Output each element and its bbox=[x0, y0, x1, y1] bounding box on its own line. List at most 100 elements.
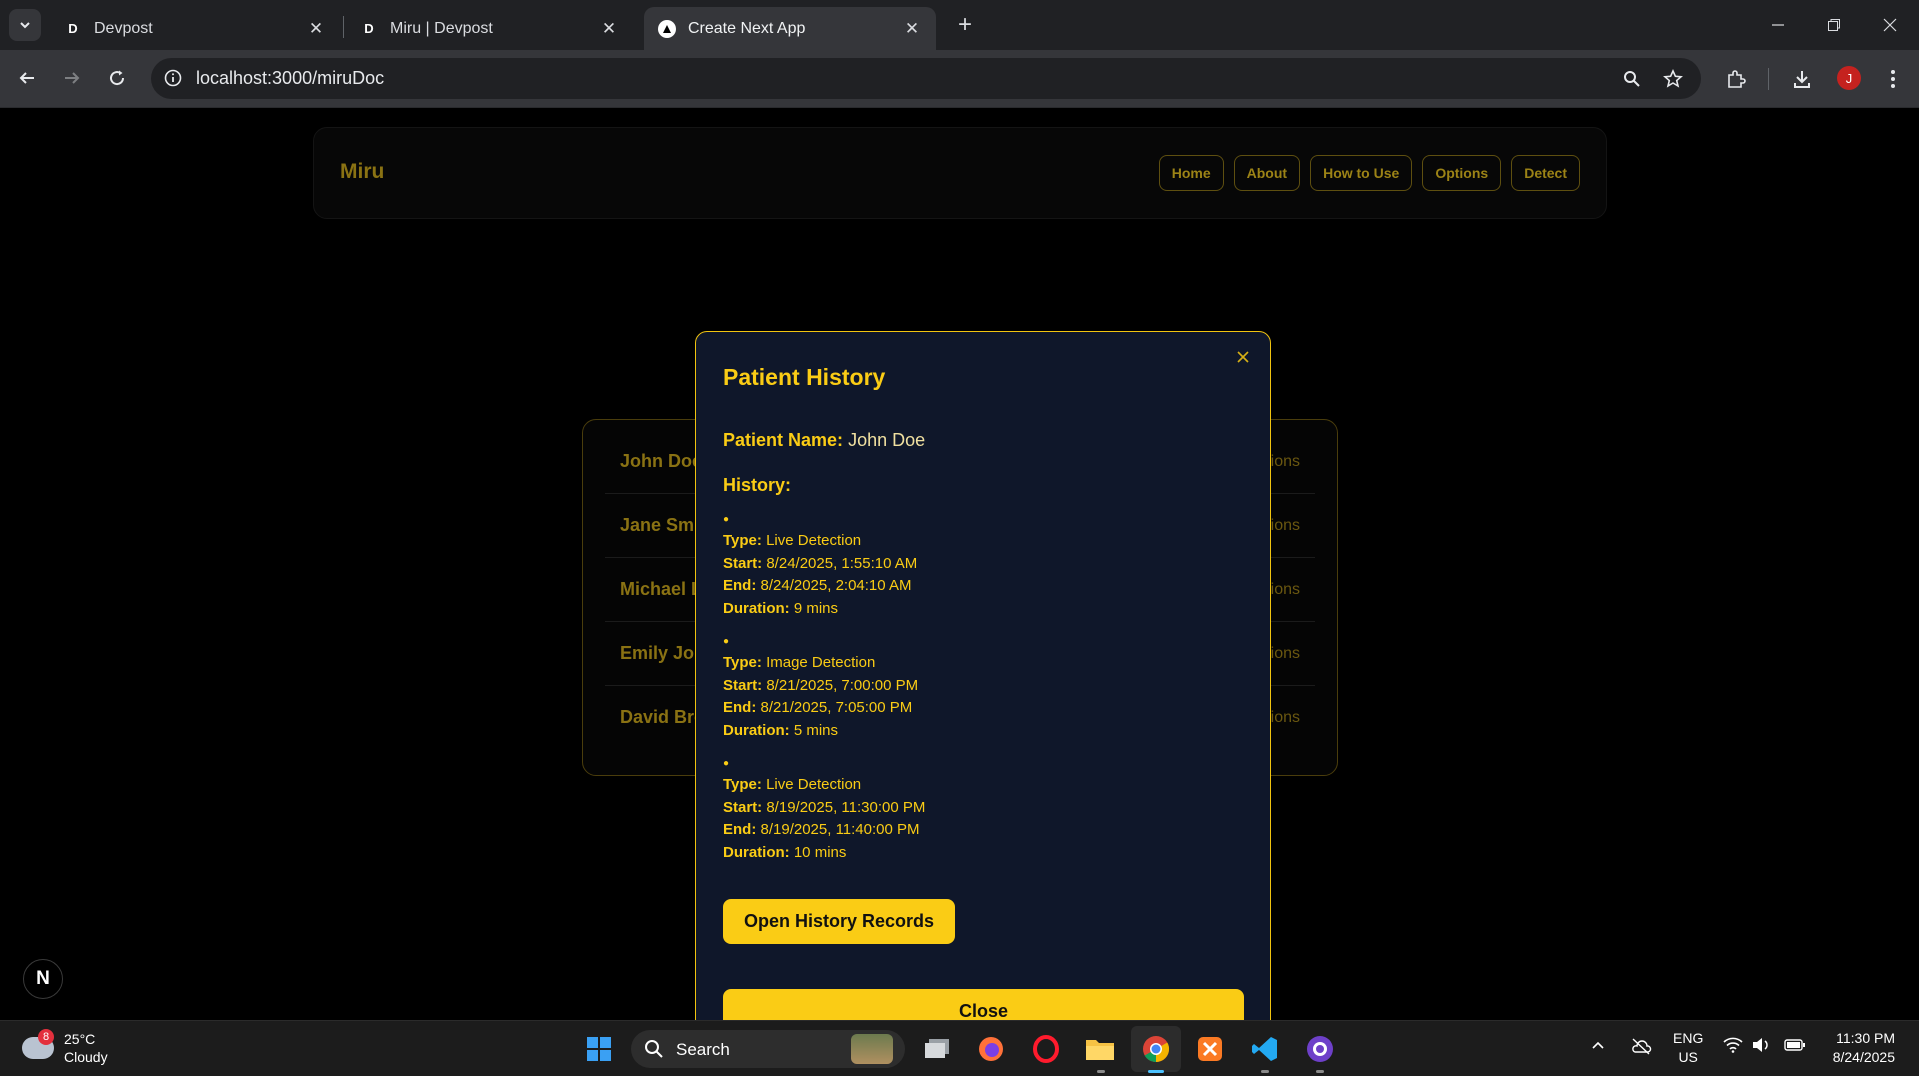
firefox-icon[interactable] bbox=[973, 1031, 1009, 1067]
nav-links: Home About How to Use Options Detect bbox=[1158, 155, 1580, 191]
site-info-icon[interactable] bbox=[161, 66, 185, 90]
devpost-favicon-icon: D bbox=[364, 21, 374, 36]
restore-icon bbox=[1828, 19, 1840, 31]
browser-menu-icon[interactable] bbox=[1877, 63, 1909, 95]
bookmark-star-icon[interactable] bbox=[1659, 65, 1687, 93]
search-highlight-image bbox=[851, 1034, 893, 1064]
profile-avatar[interactable]: J bbox=[1837, 66, 1861, 90]
entry-duration: Duration: 10 mins bbox=[723, 843, 847, 861]
page-viewport: Miru Home About How to Use Options Detec… bbox=[0, 109, 1919, 1062]
weather-description: Cloudy bbox=[64, 1049, 108, 1065]
tab-devpost[interactable]: D Devpost ✕ bbox=[50, 7, 340, 50]
nav-about-button[interactable]: About bbox=[1233, 155, 1301, 191]
modal-title: Patient History bbox=[723, 364, 886, 390]
back-button[interactable] bbox=[10, 61, 44, 95]
nav-options-button[interactable]: Options bbox=[1422, 155, 1502, 191]
region-code: US bbox=[1678, 1049, 1698, 1065]
language-indicator[interactable]: ENG US bbox=[1673, 1029, 1703, 1067]
vscode-icon[interactable] bbox=[1247, 1031, 1283, 1067]
entry-type: Type: Live Detection bbox=[723, 776, 862, 793]
patient-name-label: Patient Name: bbox=[723, 430, 844, 450]
patient-name-row: Patient Name: John Doe bbox=[723, 430, 925, 451]
nextjs-dev-indicator[interactable]: N bbox=[23, 959, 63, 999]
close-icon bbox=[1883, 18, 1897, 32]
devpost-favicon-icon: D bbox=[68, 21, 78, 36]
wifi-icon[interactable] bbox=[1723, 1037, 1743, 1057]
browser-toolbar: localhost:3000/miruDoc J bbox=[0, 50, 1919, 108]
running-indicator bbox=[1097, 1070, 1105, 1073]
history-heading: History: bbox=[723, 475, 792, 495]
entry-start: Start: 8/21/2025, 7:00:00 PM bbox=[723, 676, 919, 694]
history-entry: ● Type: Image Detection Start: 8/21/2025… bbox=[723, 632, 1123, 742]
history-entry: ● Type: Live Detection Start: 8/19/2025,… bbox=[723, 754, 1123, 864]
windows-start-icon[interactable] bbox=[581, 1031, 617, 1067]
minimize-icon bbox=[1772, 24, 1784, 26]
bullet-icon: ● bbox=[723, 514, 730, 525]
github-desktop-icon[interactable] bbox=[1302, 1031, 1338, 1067]
tab-miru-devpost[interactable]: D Miru | Devpost ✕ bbox=[346, 7, 633, 50]
address-bar[interactable]: localhost:3000/miruDoc bbox=[151, 58, 1701, 99]
tab-title: Miru | Devpost bbox=[390, 19, 493, 37]
close-icon[interactable] bbox=[1232, 346, 1254, 368]
file-explorer-icon[interactable] bbox=[1082, 1031, 1118, 1067]
toolbar-divider bbox=[1768, 68, 1769, 90]
system-clock[interactable]: 11:30 PM 8/24/2025 bbox=[1823, 1029, 1895, 1067]
chrome-icon[interactable] bbox=[1138, 1031, 1174, 1067]
battery-icon[interactable] bbox=[1784, 1037, 1806, 1057]
entry-type: Type: Live Detection bbox=[723, 532, 862, 549]
active-indicator bbox=[1148, 1070, 1164, 1073]
browser-tab-bar: D Devpost ✕ D Miru | Devpost ✕ Create Ne… bbox=[0, 0, 1919, 50]
entry-type: Type: Image Detection bbox=[723, 654, 876, 671]
reload-button[interactable] bbox=[100, 61, 134, 95]
nav-home-button[interactable]: Home bbox=[1158, 155, 1224, 191]
entry-end: End: 8/24/2025, 2:04:10 AM bbox=[723, 577, 912, 594]
download-icon[interactable] bbox=[1786, 63, 1818, 95]
zoom-icon[interactable] bbox=[1618, 65, 1646, 93]
notification-badge: 8 bbox=[38, 1029, 54, 1045]
entry-duration: Duration: 5 mins bbox=[723, 721, 839, 739]
minimize-button[interactable] bbox=[1750, 0, 1806, 50]
nav-how-to-use-button[interactable]: How to Use bbox=[1310, 155, 1413, 191]
chevron-down-icon bbox=[20, 22, 30, 29]
restore-button[interactable] bbox=[1806, 0, 1862, 50]
tab-create-next-app[interactable]: Create Next App ✕ bbox=[644, 7, 936, 50]
search-label: Search bbox=[676, 1040, 730, 1059]
task-view-icon[interactable] bbox=[919, 1031, 955, 1067]
entry-start: Start: 8/19/2025, 11:30:00 PM bbox=[723, 798, 926, 816]
brand-logo[interactable]: Miru bbox=[340, 160, 384, 184]
bullet-icon: ● bbox=[723, 758, 730, 769]
xampp-icon[interactable] bbox=[1192, 1031, 1228, 1067]
open-history-records-button[interactable]: Open History Records bbox=[723, 899, 955, 944]
entry-start: Start: 8/24/2025, 1:55:10 AM bbox=[723, 554, 918, 572]
close-tab-icon[interactable]: ✕ bbox=[902, 19, 922, 39]
search-icon bbox=[643, 1038, 665, 1060]
volume-icon[interactable] bbox=[1752, 1037, 1770, 1057]
taskbar-search[interactable]: Search bbox=[631, 1030, 905, 1068]
reload-icon bbox=[110, 70, 125, 86]
forward-button[interactable] bbox=[55, 61, 89, 95]
close-tab-icon[interactable]: ✕ bbox=[306, 19, 326, 39]
patient-history-modal: Patient History Patient Name: John Doe H… bbox=[695, 331, 1271, 1062]
url-text[interactable]: localhost:3000/miruDoc bbox=[196, 68, 384, 89]
bullet-icon: ● bbox=[723, 636, 730, 647]
clock-date: 8/24/2025 bbox=[1832, 1049, 1895, 1065]
close-window-button[interactable] bbox=[1862, 0, 1918, 50]
site-navbar: Miru Home About How to Use Options Detec… bbox=[313, 127, 1607, 219]
extensions-puzzle-icon[interactable] bbox=[1720, 63, 1752, 95]
nav-detect-button[interactable]: Detect bbox=[1511, 155, 1580, 191]
taskbar: 8 25°C Cloudy Search ENG US 11:30 PM 8/2… bbox=[0, 1020, 1919, 1076]
tab-search-button[interactable] bbox=[9, 9, 41, 41]
patient-name[interactable]: John Doe bbox=[620, 451, 702, 472]
onedrive-offline-icon[interactable] bbox=[1630, 1037, 1652, 1059]
close-tab-icon[interactable]: ✕ bbox=[599, 19, 619, 39]
opera-icon[interactable] bbox=[1028, 1031, 1064, 1067]
language-code: ENG bbox=[1673, 1030, 1704, 1046]
tab-divider bbox=[343, 16, 344, 38]
new-tab-button[interactable]: + bbox=[949, 9, 981, 41]
clock-time: 11:30 PM bbox=[1836, 1030, 1895, 1046]
tab-title: Devpost bbox=[94, 19, 153, 37]
weather-widget[interactable]: 8 25°C Cloudy bbox=[22, 1029, 132, 1067]
next-favicon-icon bbox=[658, 19, 676, 38]
chevron-up-icon[interactable] bbox=[1590, 1037, 1606, 1057]
weather-temperature: 25°C bbox=[64, 1031, 96, 1047]
